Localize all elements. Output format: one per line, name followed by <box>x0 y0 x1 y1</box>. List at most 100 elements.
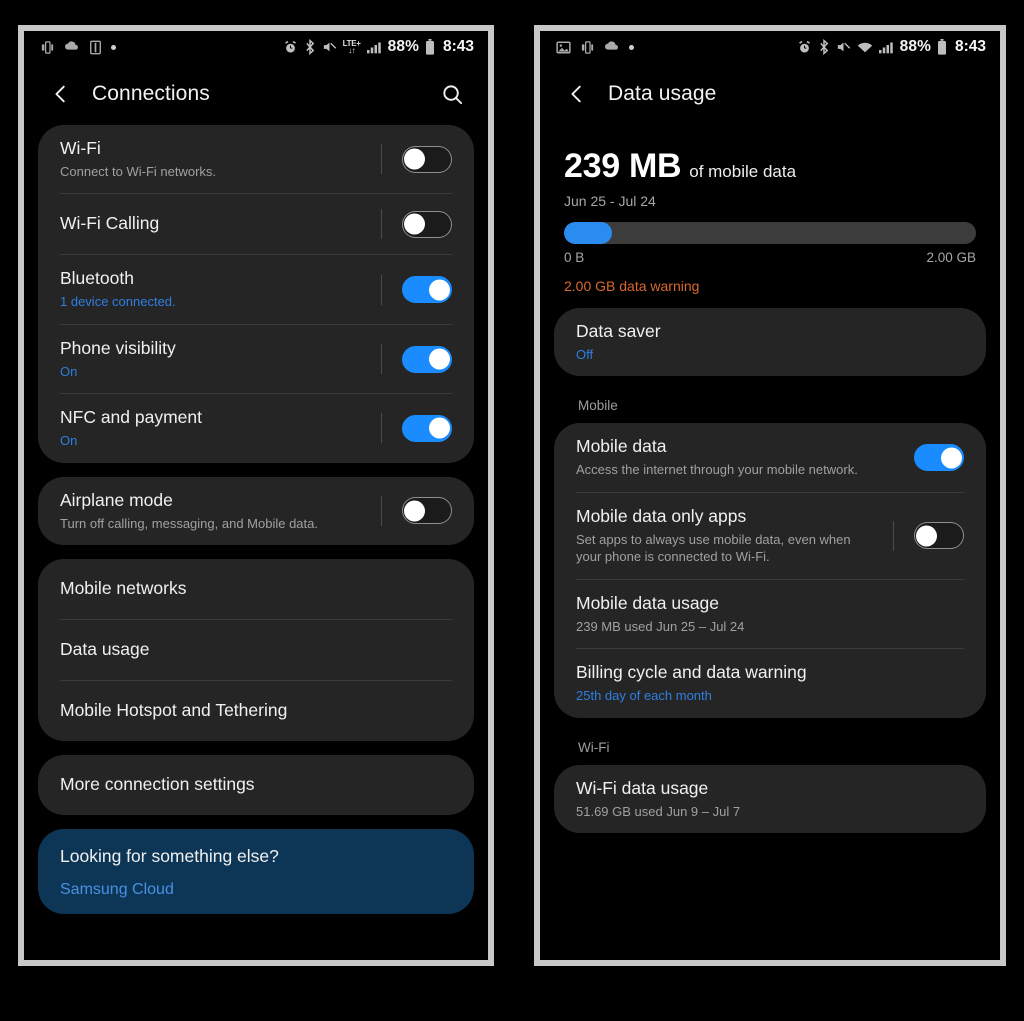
row-mobile-data-usage[interactable]: Mobile data usage 239 MB used Jun 25 – J… <box>554 580 986 648</box>
row-texts: Mobile data only apps Set apps to always… <box>576 493 875 579</box>
back-chevron-icon[interactable] <box>562 79 592 109</box>
row-phone-visibility[interactable]: Phone visibility On <box>38 325 474 393</box>
row-title: Bluetooth <box>60 268 134 289</box>
row-billing-cycle-and-data-warning[interactable]: Billing cycle and data warning 25th day … <box>554 649 986 717</box>
row-title: More connection settings <box>60 774 255 795</box>
toggle-knob <box>429 279 450 301</box>
mobile-card: Mobile networks Data usage Mobile Hotspo… <box>38 559 474 742</box>
phone-visibility-toggle[interactable] <box>402 345 452 373</box>
mute-icon <box>322 40 337 54</box>
back-chevron-icon[interactable] <box>46 79 76 109</box>
toggle-wrap <box>363 274 452 305</box>
row-title: Mobile networks <box>60 578 187 599</box>
search-icon[interactable] <box>436 78 468 110</box>
toggle-separator <box>381 209 382 240</box>
left-phone-frame: LTE+ ↓↑ 88% 8:43 Connections Wi-Fi Conne… <box>18 25 494 966</box>
toggle-knob <box>916 525 937 547</box>
row-title: Wi-Fi data usage <box>576 777 709 798</box>
more-connection-settings-card: More connection settings <box>38 755 474 816</box>
bluetooth-toggle[interactable] <box>402 276 452 304</box>
row-title: NFC and payment <box>60 407 203 428</box>
row-title: Phone visibility <box>60 337 176 358</box>
toggle-knob <box>429 417 450 439</box>
usage-bar-labels: 0 B 2.00 GB <box>564 250 976 265</box>
wifi-card: Wi-Fi data usage 51.69 GB used Jun 9 – J… <box>554 764 986 834</box>
row-more-connection-settings[interactable]: More connection settings <box>38 755 474 815</box>
row-title: Mobile Hotspot and Tethering <box>60 700 288 721</box>
usage-amount-value: 239 MB <box>564 147 682 185</box>
network-arrows-label: ↓↑ <box>348 45 356 55</box>
wifi-calling-toggle[interactable] <box>402 210 452 238</box>
airplane-mode-toggle[interactable] <box>402 497 452 525</box>
usage-progress-fill <box>564 222 613 244</box>
row-bluetooth[interactable]: Bluetooth 1 device connected. <box>38 255 474 323</box>
toggle-wrap <box>363 413 452 444</box>
right-phone-frame: 88% 8:43 Data usage 239 MB of mobile dat… <box>534 25 1006 966</box>
row-nfc-and-payment[interactable]: NFC and payment On <box>38 394 474 462</box>
nfc-toggle[interactable] <box>402 414 452 442</box>
data-warning-label: 2.00 GB data warning <box>564 278 700 294</box>
screen-mirror-icon <box>580 40 595 55</box>
connections-app-bar: Connections <box>24 63 488 125</box>
row-subtitle: Access the internet through your mobile … <box>576 462 858 478</box>
row-mobile-data[interactable]: Mobile data Access the internet through … <box>554 423 986 491</box>
toggle-knob <box>941 447 962 469</box>
row-wifi-calling[interactable]: Wi-Fi Calling <box>38 194 474 254</box>
row-texts: Data usage <box>60 626 452 674</box>
row-texts: Mobile Hotspot and Tethering <box>60 687 452 735</box>
row-texts: Looking for something else? Samsung Clou… <box>60 833 452 913</box>
row-wifi-data-usage[interactable]: Wi-Fi data usage 51.69 GB used Jun 9 – J… <box>554 765 986 833</box>
row-texts: Bluetooth 1 device connected. <box>60 255 363 323</box>
row-texts: Mobile data usage 239 MB used Jun 25 – J… <box>576 580 964 648</box>
mobile-card: Mobile data Access the internet through … <box>554 423 986 718</box>
data-saver-card[interactable]: Data saver Off <box>554 308 986 377</box>
battery-icon <box>937 39 947 55</box>
row-texts: Phone visibility On <box>60 325 363 393</box>
row-title: Wi-Fi <box>60 138 101 158</box>
mobile-data-toggle[interactable] <box>914 444 964 472</box>
toggle-wrap <box>875 520 964 551</box>
clock-label: 8:43 <box>954 38 986 55</box>
mobile-data-only-apps-toggle[interactable] <box>914 522 964 550</box>
toggle-separator <box>381 495 382 526</box>
dot-icon <box>111 44 116 50</box>
usage-bar-min-label: 0 B <box>564 250 585 265</box>
dot-icon <box>629 44 634 50</box>
toggle-knob <box>404 148 425 170</box>
promo-link[interactable]: Samsung Cloud <box>60 879 452 901</box>
screenshot-canvas: LTE+ ↓↑ 88% 8:43 Connections Wi-Fi Conne… <box>0 0 1024 1021</box>
data-usage-screen: 88% 8:43 Data usage 239 MB of mobile dat… <box>540 31 1000 960</box>
screenshot-icon <box>556 41 571 54</box>
row-texts: Billing cycle and data warning 25th day … <box>576 649 964 717</box>
row-texts: Wi-Fi data usage 51.69 GB used Jun 9 – J… <box>576 765 964 833</box>
looking-for-something-else-card[interactable]: Looking for something else? Samsung Clou… <box>38 829 474 914</box>
row-subtitle: 51.69 GB used Jun 9 – Jul 7 <box>576 803 741 819</box>
row-wifi[interactable]: Wi-Fi Connect to Wi-Fi networks. <box>38 125 474 193</box>
page-title: Data usage <box>608 82 717 105</box>
wifi-toggle[interactable] <box>402 145 452 173</box>
row-texts: Mobile networks <box>60 565 452 613</box>
toggle-wrap <box>896 444 964 472</box>
row-texts: NFC and payment On <box>60 394 363 462</box>
row-texts: Wi-Fi Calling <box>60 200 363 248</box>
cloud-sync-icon <box>604 41 620 53</box>
section-label-wifi: Wi-Fi <box>578 739 610 755</box>
mute-icon <box>836 40 851 54</box>
row-mobile-hotspot-and-tethering[interactable]: Mobile Hotspot and Tethering <box>38 681 474 741</box>
row-subtitle: 25th day of each month <box>576 688 712 704</box>
usage-amount-suffix: of mobile data <box>689 162 797 181</box>
row-title: Mobile data <box>576 436 667 457</box>
row-airplane-mode[interactable]: Airplane mode Turn off calling, messagin… <box>38 477 474 545</box>
row-mobile-data-only-apps[interactable]: Mobile data only apps Set apps to always… <box>554 493 986 579</box>
row-texts: Wi-Fi Connect to Wi-Fi networks. <box>60 125 363 193</box>
row-data-usage[interactable]: Data usage <box>38 620 474 680</box>
clock-label: 8:43 <box>442 38 474 55</box>
row-mobile-networks[interactable]: Mobile networks <box>38 559 474 619</box>
bluetooth-icon <box>818 39 830 55</box>
connectivity-card: Wi-Fi Connect to Wi-Fi networks. Wi-Fi C… <box>38 125 474 463</box>
data-usage-app-bar: Data usage <box>540 63 1000 125</box>
row-data-saver[interactable]: Data saver Off <box>554 308 986 376</box>
row-subtitle: Off <box>576 346 594 362</box>
row-title: Data saver <box>576 321 661 341</box>
cloud-sync-icon <box>64 41 80 53</box>
